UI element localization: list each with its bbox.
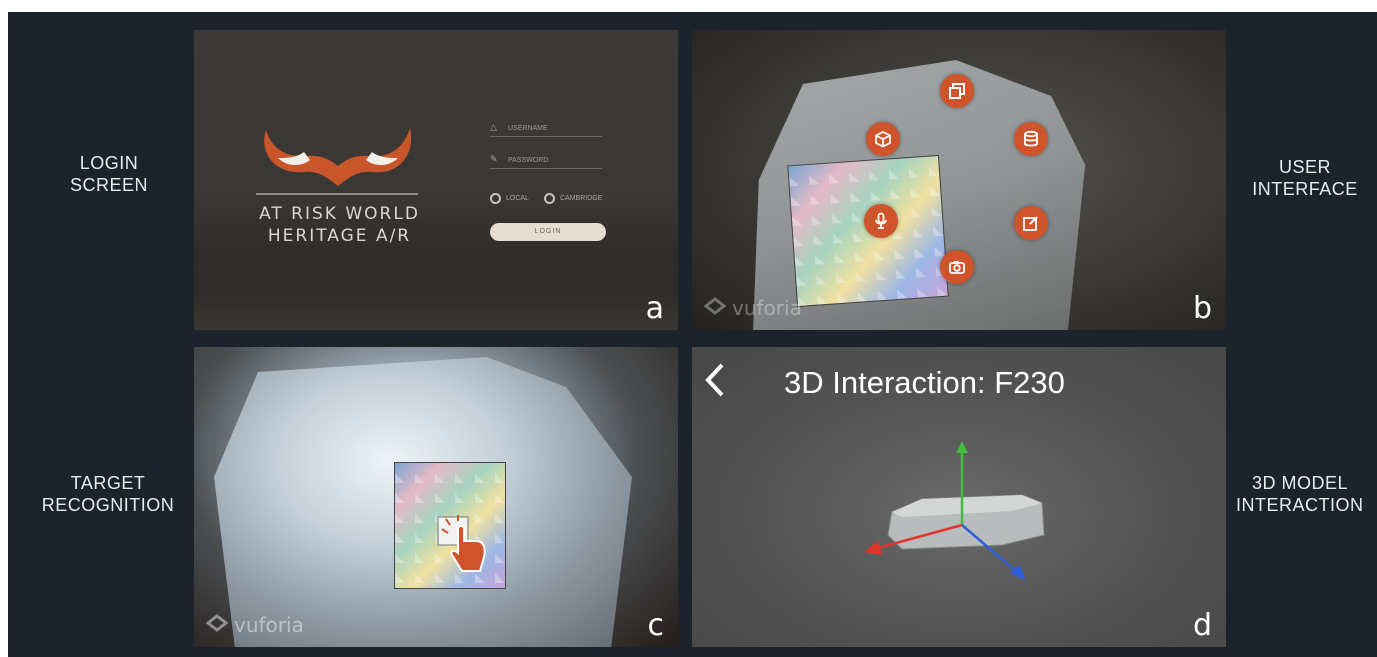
- ar-button-microphone[interactable]: [864, 204, 898, 238]
- label-target-recognition: TARGET RECOGNITION: [28, 472, 188, 516]
- horns-logo-icon: [264, 128, 412, 186]
- key-icon: ✎: [490, 154, 498, 164]
- label-login-screen: LOGIN SCREEN: [44, 152, 174, 196]
- database-icon: [1024, 130, 1038, 147]
- label-line: INTERACTION: [1236, 495, 1364, 515]
- radio-cambridge[interactable]: CAMBRIDGE: [544, 193, 602, 204]
- ar-button-camera[interactable]: [940, 250, 974, 284]
- page-title: 3D Interaction: F230: [784, 365, 1065, 400]
- cube-icon: [875, 130, 891, 148]
- label-line: INTERFACE: [1252, 179, 1358, 199]
- ar-button-cube[interactable]: [866, 122, 900, 156]
- login-screen-panel: AT RISK WORLD HERITAGE A/R △ ✎ LOCAL CAM…: [194, 30, 678, 330]
- login-button[interactable]: LOGIN: [490, 223, 606, 241]
- user-icon: △: [490, 122, 497, 132]
- vuforia-watermark: vuforia: [704, 296, 802, 320]
- label-line: RECOGNITION: [41, 495, 175, 515]
- ar-button-copy[interactable]: [940, 74, 974, 108]
- copy-icon: [949, 83, 965, 99]
- app-title: AT RISK WORLD HERITAGE A/R: [252, 203, 427, 247]
- microphone-icon: [875, 212, 887, 229]
- username-field[interactable]: △: [490, 122, 602, 137]
- vuforia-logo-icon: [704, 297, 726, 315]
- app-title-line: AT RISK WORLD: [259, 204, 420, 224]
- title-divider: [256, 193, 418, 195]
- target-recognition-panel: vuforia c: [194, 347, 678, 647]
- vuforia-logo-icon: [206, 614, 228, 632]
- app-title-line: HERITAGE A/R: [267, 226, 412, 246]
- password-input[interactable]: [508, 154, 598, 166]
- watermark-text: vuforia: [234, 613, 304, 637]
- camera-icon: [949, 261, 965, 274]
- ar-button-edit[interactable]: [1014, 206, 1048, 240]
- password-field[interactable]: ✎: [490, 154, 602, 169]
- panel-letter: b: [1192, 291, 1212, 326]
- radio-cambridge-label: CAMBRIDGE: [560, 195, 603, 202]
- edit-icon: [1023, 216, 1038, 231]
- background-landscape: [194, 240, 678, 330]
- panel-letter: c: [647, 608, 665, 643]
- radio-local[interactable]: LOCAL: [490, 193, 529, 204]
- label-user-interface: USER INTERFACE: [1240, 156, 1370, 200]
- label-line: USER: [1278, 157, 1331, 177]
- username-input[interactable]: [508, 122, 598, 134]
- ar-button-database[interactable]: [1014, 122, 1048, 156]
- panel-letter: a: [645, 291, 664, 326]
- radio-circle[interactable]: [490, 193, 501, 204]
- chevron-left-icon: [705, 363, 724, 397]
- vuforia-watermark: vuforia: [206, 613, 304, 637]
- label-model-interaction: 3D MODEL INTERACTION: [1232, 472, 1377, 516]
- tap-hand-icon: [437, 515, 486, 572]
- model-interaction-panel: 3D Interaction: F230 d: [692, 347, 1226, 647]
- panel-letter: d: [1192, 608, 1212, 643]
- watermark-text: vuforia: [732, 296, 802, 320]
- radio-circle[interactable]: [544, 193, 555, 204]
- label-line: TARGET: [70, 473, 146, 493]
- user-interface-panel: vuforia b: [692, 30, 1226, 330]
- label-line: 3D MODEL: [1252, 473, 1349, 493]
- back-button[interactable]: [704, 361, 726, 405]
- label-line: LOGIN: [79, 153, 139, 173]
- radio-local-label: LOCAL: [506, 195, 529, 202]
- 3d-model-viewport[interactable]: [842, 437, 1082, 597]
- label-line: SCREEN: [69, 175, 148, 195]
